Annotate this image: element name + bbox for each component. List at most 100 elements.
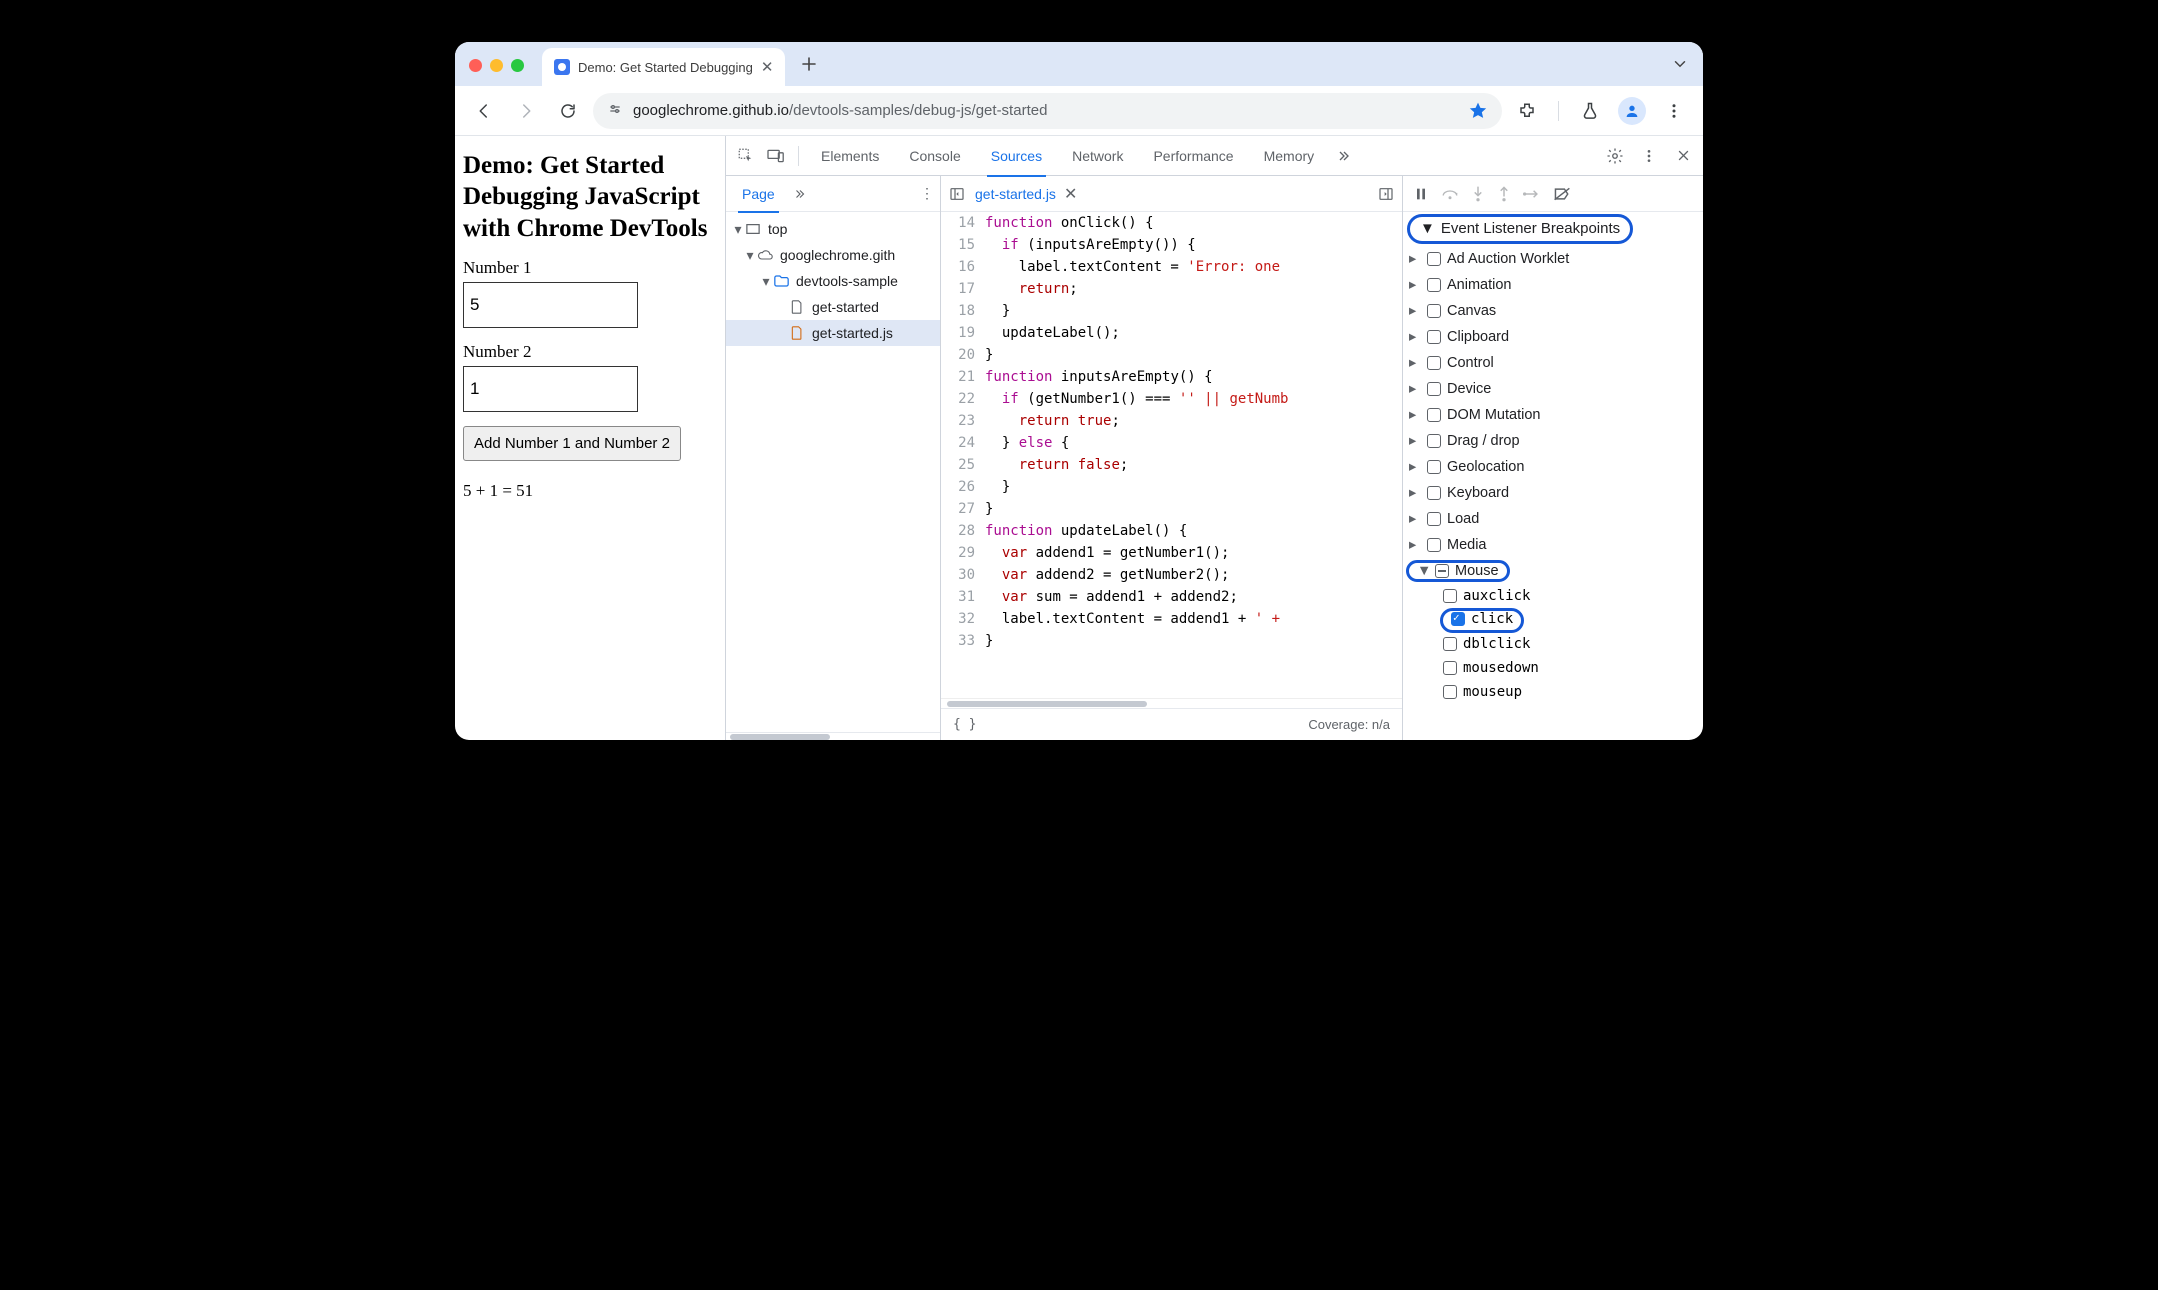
browser-toolbar: googlechrome.github.io/devtools-samples/… xyxy=(455,86,1703,136)
navigator-page-tab[interactable]: Page xyxy=(732,176,785,212)
number1-input[interactable] xyxy=(463,282,638,328)
category-row[interactable]: ▸Load xyxy=(1409,506,1703,532)
category-row[interactable]: ▸Ad Auction Worklet xyxy=(1409,246,1703,272)
folder-icon xyxy=(772,275,790,287)
back-button[interactable] xyxy=(467,94,501,128)
reload-button[interactable] xyxy=(551,94,585,128)
page-heading: Demo: Get Started Debugging JavaScript w… xyxy=(463,150,717,244)
event-mouseup[interactable]: mouseup xyxy=(1409,680,1703,704)
tab-elements[interactable]: Elements xyxy=(807,136,893,176)
tab-memory[interactable]: Memory xyxy=(1250,136,1329,176)
inspect-icon[interactable] xyxy=(732,142,760,170)
deactivate-breakpoints-icon[interactable] xyxy=(1553,186,1571,202)
step-icon[interactable] xyxy=(1523,187,1541,201)
result-text: 5 + 1 = 51 xyxy=(463,481,717,501)
category-row[interactable]: ▸DOM Mutation xyxy=(1409,402,1703,428)
file-js-icon xyxy=(788,326,806,340)
labs-button[interactable] xyxy=(1573,94,1607,128)
tab-performance[interactable]: Performance xyxy=(1139,136,1247,176)
extensions-button[interactable] xyxy=(1510,94,1544,128)
browser-window: Demo: Get Started Debugging ✕ googlechro… xyxy=(455,42,1703,740)
coverage-status: Coverage: n/a xyxy=(1308,717,1390,732)
tab-console[interactable]: Console xyxy=(895,136,974,176)
settings-icon[interactable] xyxy=(1601,142,1629,170)
event-mousedown[interactable]: mousedown xyxy=(1409,656,1703,680)
devtools-menu-icon[interactable] xyxy=(1635,142,1663,170)
category-row[interactable]: ▸Keyboard xyxy=(1409,480,1703,506)
number2-input[interactable] xyxy=(463,366,638,412)
forward-button[interactable] xyxy=(509,94,543,128)
category-row[interactable]: ▸Control xyxy=(1409,350,1703,376)
favicon-icon xyxy=(554,59,570,75)
bookmark-star-icon[interactable] xyxy=(1468,101,1488,121)
close-file-icon[interactable]: ✕ xyxy=(1064,184,1077,204)
tree-top[interactable]: ▾ top xyxy=(726,216,940,242)
tree-file-html[interactable]: get-started xyxy=(726,294,940,320)
event-dblclick[interactable]: dblclick xyxy=(1409,632,1703,656)
code-editor: get-started.js ✕ 14151617181920212223242… xyxy=(941,176,1403,740)
url-text: googlechrome.github.io/devtools-samples/… xyxy=(633,102,1047,119)
address-bar[interactable]: googlechrome.github.io/devtools-samples/… xyxy=(593,93,1502,129)
navigator-menu-icon[interactable]: ⋮ xyxy=(920,185,934,202)
toolbar-separator xyxy=(1558,101,1559,121)
step-out-icon[interactable] xyxy=(1497,185,1511,203)
step-over-icon[interactable] xyxy=(1441,186,1459,202)
debugger-toolbar xyxy=(1403,176,1703,212)
minimize-window-button[interactable] xyxy=(490,59,503,72)
pause-icon[interactable] xyxy=(1413,186,1429,202)
breakpoint-categories: ▸Ad Auction Worklet▸Animation▸Canvas▸Cli… xyxy=(1403,246,1703,740)
browser-tab[interactable]: Demo: Get Started Debugging ✕ xyxy=(542,48,785,86)
category-row[interactable]: ▸Canvas xyxy=(1409,298,1703,324)
close-devtools-icon[interactable] xyxy=(1669,142,1697,170)
fullscreen-window-button[interactable] xyxy=(511,59,524,72)
editor-file-tab[interactable]: get-started.js ✕ xyxy=(975,184,1077,204)
close-tab-button[interactable]: ✕ xyxy=(761,60,774,75)
category-row[interactable]: ▸Clipboard xyxy=(1409,324,1703,350)
devtools-panel: Elements Console Sources Network Perform… xyxy=(725,136,1703,740)
step-into-icon[interactable] xyxy=(1471,185,1485,203)
more-tabs-icon[interactable] xyxy=(1330,142,1358,170)
page-viewport: Demo: Get Started Debugging JavaScript w… xyxy=(455,136,725,740)
profile-button[interactable] xyxy=(1615,94,1649,128)
tab-network[interactable]: Network xyxy=(1058,136,1137,176)
tab-strip: Demo: Get Started Debugging ✕ xyxy=(455,42,1703,86)
toggle-navigator-icon[interactable] xyxy=(949,186,965,202)
number2-label: Number 2 xyxy=(463,342,531,361)
file-tree: ▾ top ▾ googlechrome.gith ▾ devto xyxy=(726,212,940,732)
tab-sources[interactable]: Sources xyxy=(977,136,1056,176)
line-gutter[interactable]: 1415161718192021222324252627282930313233 xyxy=(941,212,985,698)
separator xyxy=(798,146,799,166)
event-listener-breakpoints-header[interactable]: ▼ Event Listener Breakpoints xyxy=(1407,214,1633,244)
devtools-tabbar: Elements Console Sources Network Perform… xyxy=(726,136,1703,176)
tab-title: Demo: Get Started Debugging xyxy=(578,60,753,75)
event-click[interactable]: click xyxy=(1409,608,1703,632)
frame-icon xyxy=(744,223,762,235)
file-icon xyxy=(788,300,806,314)
chrome-menu-button[interactable] xyxy=(1657,94,1691,128)
sources-navigator: Page ⋮ ▾ top ▾ xyxy=(726,176,941,740)
event-auxclick[interactable]: auxclick xyxy=(1409,584,1703,608)
category-row[interactable]: ▸Animation xyxy=(1409,272,1703,298)
category-row[interactable]: ▸Drag / drop xyxy=(1409,428,1703,454)
close-window-button[interactable] xyxy=(469,59,482,72)
category-row[interactable]: ▸Media xyxy=(1409,532,1703,558)
site-settings-icon[interactable] xyxy=(607,103,623,119)
device-toolbar-icon[interactable] xyxy=(762,142,790,170)
code-lines[interactable]: function onClick() { if (inputsAreEmpty(… xyxy=(985,212,1402,698)
tree-domain[interactable]: ▾ googlechrome.gith xyxy=(726,242,940,268)
tree-file-js[interactable]: get-started.js xyxy=(726,320,940,346)
navigator-scrollbar[interactable] xyxy=(726,732,940,740)
add-button[interactable]: Add Number 1 and Number 2 xyxy=(463,426,681,461)
cloud-icon xyxy=(756,249,774,261)
tree-folder[interactable]: ▾ devtools-sample xyxy=(726,268,940,294)
tab-search-button[interactable] xyxy=(1665,50,1695,78)
editor-scrollbar[interactable] xyxy=(941,698,1402,708)
category-row[interactable]: ▸Device xyxy=(1409,376,1703,402)
new-tab-button[interactable] xyxy=(795,50,823,78)
navigator-more-icon[interactable] xyxy=(793,187,807,201)
toggle-debugger-icon[interactable] xyxy=(1378,186,1394,202)
pretty-print-icon[interactable]: { } xyxy=(953,717,976,732)
category-mouse[interactable]: ▼Mouse xyxy=(1409,558,1703,584)
category-row[interactable]: ▸Geolocation xyxy=(1409,454,1703,480)
window-controls xyxy=(469,59,524,72)
